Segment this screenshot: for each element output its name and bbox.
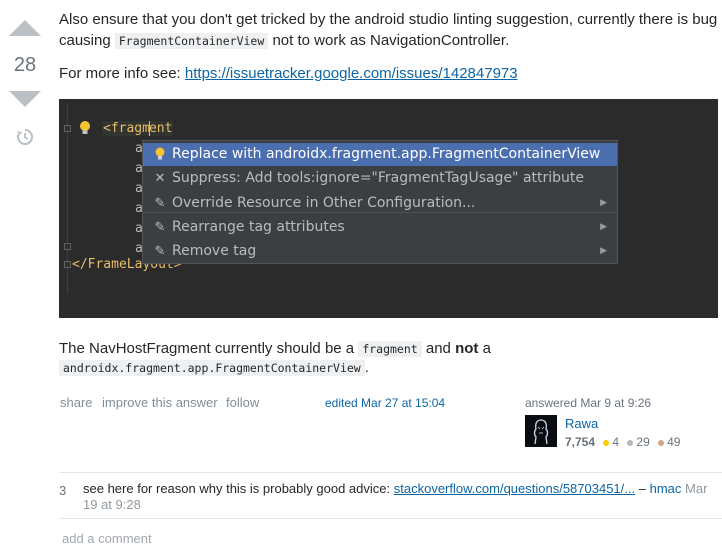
popup-item-remove-tag[interactable]: ✎ Remove tag ▶ (143, 240, 617, 263)
post-paragraph-1b: causing FragmentContainerView not to wor… (59, 31, 509, 51)
submenu-arrow-icon: ▶ (600, 198, 607, 208)
comment-text: see here for reason why this is probably… (83, 481, 391, 496)
follow-link[interactable]: follow (226, 395, 259, 410)
bronze-badge-count: 49 (667, 435, 681, 449)
paragraph-text: a (482, 340, 491, 357)
code-text: <frag (103, 121, 143, 136)
fold-marker-icon[interactable] (64, 261, 71, 268)
comment-link[interactable]: stackoverflow.com/questions/58703451/... (394, 481, 635, 496)
paragraph-text: and (425, 340, 451, 357)
lightbulb-icon (153, 146, 167, 163)
comment-user-link[interactable]: hmac (650, 481, 682, 496)
gold-badge-count: 4 (612, 435, 620, 449)
inline-code: androidx.fragment.app.FragmentContainerV… (59, 360, 365, 376)
popup-item-label: Rearrange tag attributes (172, 219, 345, 235)
bronze-badge-icon (658, 439, 665, 446)
post-paragraph-4: androidx.fragment.app.FragmentContainerV… (59, 358, 369, 378)
edit-icon: ✎ (154, 220, 166, 235)
popup-item-replace[interactable]: Replace with androidx.fragment.app.Fragm… (143, 143, 617, 166)
answered-date: answered Mar 9 at 9:26 (525, 396, 652, 410)
history-icon[interactable] (16, 128, 34, 146)
edited-link[interactable]: edited Mar 27 at 15:04 (325, 396, 445, 410)
upvote-arrow-icon[interactable] (9, 20, 41, 36)
popup-item-label: Suppress: Add tools:ignore="FragmentTagU… (172, 170, 585, 186)
submenu-arrow-icon: ▶ (600, 222, 607, 232)
popup-item-rearrange[interactable]: ✎ Rearrange tag attributes ▶ (143, 216, 617, 239)
code-text: ent (148, 121, 173, 136)
share-link[interactable]: share (60, 395, 93, 410)
gold-badge-icon (603, 439, 610, 446)
close-icon: ✕ (154, 171, 166, 186)
comment-date: Mar (685, 481, 708, 496)
android-studio-screenshot: <fragment a a a a a a </FrameLayout> Rep… (59, 99, 718, 318)
popup-item-label: Replace with androidx.fragment.app.Fragm… (172, 146, 601, 162)
vote-count: 28 (13, 54, 37, 76)
code-fragment-tag: <fragment (102, 121, 174, 136)
reputation-score: 7,754 (565, 435, 596, 449)
popup-item-suppress[interactable]: ✕ Suppress: Add tools:ignore="FragmentTa… (143, 167, 617, 190)
inline-code: fragment (358, 341, 422, 357)
user-name-link[interactable]: Rawa (565, 416, 598, 431)
edit-icon: ✎ (154, 244, 166, 259)
popup-item-override-resource[interactable]: ✎ Override Resource in Other Configurati… (143, 192, 617, 215)
popup-item-label: Remove tag (172, 243, 257, 259)
comments-divider (59, 518, 722, 519)
paragraph-text: The NavHostFragment currently should be … (59, 340, 355, 357)
improve-answer-link[interactable]: improve this answer (102, 395, 218, 410)
post-paragraph-3: The NavHostFragment currently should be … (59, 339, 491, 359)
paragraph-text: not to work as NavigationController. (272, 32, 510, 49)
silver-badge-icon (627, 439, 634, 446)
bold-text: not (455, 340, 479, 357)
lightbulb-icon (80, 121, 90, 134)
comments-divider (59, 472, 722, 473)
comment-score: 3 (59, 483, 67, 498)
paragraph-text: For more info see: (59, 65, 181, 82)
fold-marker-icon[interactable] (64, 243, 71, 250)
paragraph-text: causing (59, 32, 111, 49)
avatar[interactable] (525, 415, 557, 447)
paragraph-text: . (364, 359, 369, 376)
downvote-arrow-icon[interactable] (9, 91, 41, 107)
paragraph-text: Also ensure that you don't get tricked b… (59, 11, 718, 28)
add-comment-link[interactable]: add a comment (62, 531, 152, 546)
comment-dash: – (638, 481, 646, 496)
quick-fix-popup: Replace with androidx.fragment.app.Fragm… (142, 140, 618, 264)
vote-cell: 28 (0, 0, 52, 160)
submenu-arrow-icon: ▶ (600, 246, 607, 256)
comment-date: 19 at 9:28 (83, 497, 141, 512)
post-paragraph-2: For more info see: https://issuetracker.… (59, 64, 518, 84)
inline-code: FragmentContainerView (114, 33, 269, 49)
edit-icon: ✎ (154, 196, 166, 211)
fold-marker-icon[interactable] (64, 125, 71, 132)
issue-tracker-link[interactable]: https://issuetracker.google.com/issues/1… (185, 65, 518, 82)
post-paragraph-1: Also ensure that you don't get tricked b… (59, 10, 717, 30)
user-reputation: 7,754 4 29 49 (565, 435, 680, 449)
popup-item-label: Override Resource in Other Configuration… (172, 195, 476, 211)
silver-badge-count: 29 (636, 435, 650, 449)
comment: see here for reason why this is probably… (83, 481, 715, 513)
